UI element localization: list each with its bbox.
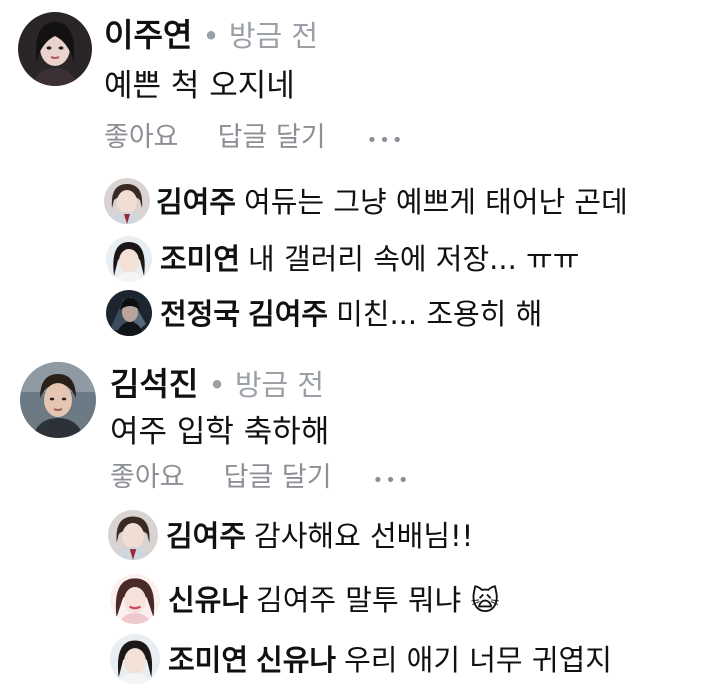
reply-item: 신유나 김여주 말투 뭐냐 🙀 [168, 582, 500, 619]
reply-text: 내 갤러리 속에 저장... ㅠㅠ [248, 242, 580, 276]
reply-item: 전정국 김여주 미친... 조용히 해 [160, 296, 542, 332]
avatar-jo-miyeon[interactable] [110, 634, 160, 684]
profile-photo-icon [108, 510, 158, 560]
more-options-icon[interactable]: ••• [373, 470, 411, 491]
avatar-shin-yuna[interactable] [110, 574, 160, 624]
reply-author[interactable]: 전정국 [160, 297, 240, 331]
reply-author[interactable]: 김여주 [156, 185, 236, 219]
reply-item: 김여주 여듀는 그냥 예쁘게 태어난 곤데 [156, 184, 628, 220]
comment-text: 여주 입학 축하해 [110, 414, 330, 450]
reply-text: 우리 애기 너무 귀엽지 [344, 643, 612, 677]
avatar-kim-seokjin[interactable] [20, 362, 96, 438]
profile-photo-icon [104, 178, 150, 224]
like-button[interactable]: 좋아요 [110, 462, 185, 493]
comment-author[interactable]: 김석진 [110, 365, 198, 403]
reply-item: 김여주 감사해요 선배님!! [166, 518, 473, 554]
comment-timestamp: • 방금 전 [208, 368, 325, 402]
avatar-kim-yeoju[interactable] [104, 178, 150, 224]
profile-photo-icon [110, 574, 160, 624]
reply-button[interactable]: 답글 달기 [218, 122, 326, 153]
avatar-jeon-jungkook[interactable] [106, 290, 152, 336]
comment-timestamp: • 방금 전 [202, 19, 319, 53]
profile-photo-icon [110, 634, 160, 684]
like-button[interactable]: 좋아요 [104, 122, 179, 153]
profile-photo-icon [18, 12, 92, 86]
reply-author[interactable]: 조미연 [168, 643, 248, 677]
comment-text: 예쁜 척 오지네 [104, 68, 295, 104]
avatar-lee-juyeon[interactable] [18, 12, 92, 86]
reply-author[interactable]: 김여주 [166, 519, 246, 553]
reply-item: 조미연 내 갤러리 속에 저장... ㅠㅠ [160, 241, 579, 277]
reply-text: 여듀는 그냥 예쁘게 태어난 곤데 [244, 185, 628, 219]
comment-author[interactable]: 이주연 [104, 16, 192, 54]
reply-button[interactable]: 답글 달기 [224, 462, 332, 493]
reply-item: 조미연 신유나 우리 애기 너무 귀엽지 [168, 642, 612, 678]
reply-text: 미친... 조용히 해 [336, 297, 543, 331]
more-options-icon[interactable]: ••• [367, 130, 405, 151]
profile-photo-icon [106, 236, 152, 282]
avatar-jo-miyeon[interactable] [106, 236, 152, 282]
reply-text: 김여주 말투 뭐냐 [256, 583, 462, 617]
reply-author[interactable]: 신유나 [168, 583, 248, 617]
weary-cat-emoji-icon: 🙀 [470, 584, 500, 617]
avatar-kim-yeoju[interactable] [108, 510, 158, 560]
reply-author[interactable]: 조미연 [160, 242, 240, 276]
profile-photo-icon [106, 290, 152, 336]
reply-mention[interactable]: 신유나 [256, 643, 336, 677]
reply-mention[interactable]: 김여주 [248, 297, 328, 331]
reply-text: 감사해요 선배님!! [254, 519, 474, 553]
profile-photo-icon [20, 362, 96, 438]
